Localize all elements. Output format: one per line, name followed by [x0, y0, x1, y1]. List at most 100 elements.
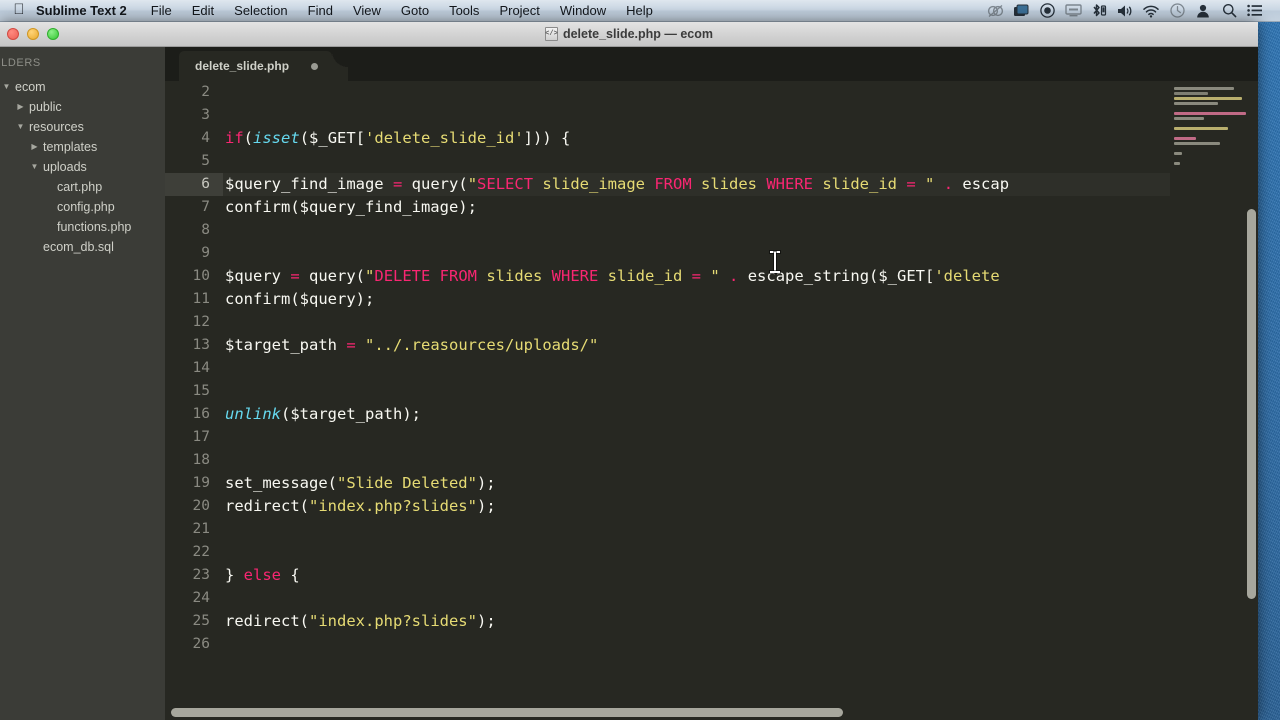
menu-item-selection[interactable]: Selection — [224, 0, 297, 22]
menu-item-project[interactable]: Project — [489, 0, 549, 22]
line-content[interactable]: if(isset($_GET['delete_slide_id'])) { — [223, 127, 1258, 150]
minimap-line — [1174, 112, 1246, 115]
code-line[interactable]: 9 — [165, 242, 1258, 265]
sidebar-item-config-php[interactable]: config.php — [0, 197, 165, 217]
menu-item-tools[interactable]: Tools — [439, 0, 489, 22]
chevron-right-icon[interactable] — [14, 103, 27, 111]
code-lines[interactable]: 2 3 4 if(isset($_GET['delete_slide_id'])) {… — [165, 81, 1258, 704]
code-line[interactable]: 16 unlink($target_path); — [165, 403, 1258, 426]
volume-icon[interactable] — [1112, 0, 1138, 22]
code-line[interactable]: 19 set_message("Slide Deleted"); — [165, 472, 1258, 495]
code-line[interactable]: 3 — [165, 104, 1258, 127]
line-content[interactable] — [223, 587, 1258, 610]
menu-item-goto[interactable]: Goto — [391, 0, 439, 22]
code-line[interactable]: 21 — [165, 518, 1258, 541]
minimap[interactable] — [1170, 81, 1258, 704]
sidebar-item-templates[interactable]: templates — [0, 137, 165, 157]
line-content[interactable]: confirm($query_find_image); — [223, 196, 1258, 219]
code-token: 'delete — [934, 267, 1000, 285]
dropbox-icon[interactable] — [1008, 0, 1034, 22]
line-content[interactable] — [223, 426, 1258, 449]
code-line[interactable]: 12 — [165, 311, 1258, 334]
code-line[interactable]: 24 — [165, 587, 1258, 610]
window-titlebar[interactable]: </> delete_slide.php — ecom — [0, 22, 1258, 47]
display-icon[interactable] — [1060, 0, 1086, 22]
line-content[interactable] — [223, 541, 1258, 564]
notification-center-icon[interactable] — [1242, 0, 1268, 22]
code-line[interactable]: 15 — [165, 380, 1258, 403]
code-line[interactable]: 14 — [165, 357, 1258, 380]
horizontal-scrollbar[interactable] — [165, 704, 1258, 720]
sidebar-item-resources[interactable]: resources — [0, 117, 165, 137]
tab-delete-slide-php[interactable]: delete_slide.php — [179, 51, 349, 81]
sidebar-item-functions-php[interactable]: functions.php — [0, 217, 165, 237]
code-line[interactable]: 5 — [165, 150, 1258, 173]
line-content[interactable] — [223, 380, 1258, 403]
sidebar-item-cart-php[interactable]: cart.php — [0, 177, 165, 197]
sidebar-item-public[interactable]: public — [0, 97, 165, 117]
record-icon[interactable] — [1034, 0, 1060, 22]
sidebar-item-ecom[interactable]: ecom — [0, 77, 165, 97]
menu-item-help[interactable]: Help — [616, 0, 663, 22]
user-account-icon[interactable] — [1190, 0, 1216, 22]
horizontal-scrollbar-thumb[interactable] — [171, 708, 843, 717]
line-content[interactable] — [223, 104, 1258, 127]
line-content[interactable]: redirect("index.php?slides"); — [223, 495, 1258, 518]
menu-item-file[interactable]: File — [141, 0, 182, 22]
wifi-icon[interactable] — [1138, 0, 1164, 22]
sidebar-file-tree[interactable]: OLDERS ecom public resources templates uploa… — [0, 47, 165, 720]
line-content[interactable]: $query = query("DELETE FROM slides WHERE… — [223, 265, 1258, 288]
menu-item-window[interactable]: Window — [550, 0, 616, 22]
creative-cloud-icon[interactable] — [982, 0, 1008, 22]
code-line[interactable]: 22 — [165, 541, 1258, 564]
line-content[interactable] — [223, 357, 1258, 380]
bluetooth-icon[interactable] — [1086, 0, 1112, 22]
code-line[interactable]: 26 — [165, 633, 1258, 656]
chevron-right-icon[interactable] — [28, 143, 41, 151]
menu-item-app-name[interactable]: Sublime Text 2 — [32, 0, 141, 22]
line-content[interactable] — [223, 633, 1258, 656]
code-line[interactable]: 8 — [165, 219, 1258, 242]
code-line[interactable]: 25 redirect("index.php?slides"); — [165, 610, 1258, 633]
code-line[interactable]: 10 $query = query("DELETE FROM slides WHE… — [165, 265, 1258, 288]
line-content[interactable]: } else { — [223, 564, 1258, 587]
menu-item-view[interactable]: View — [343, 0, 391, 22]
line-content[interactable]: set_message("Slide Deleted"); — [223, 472, 1258, 495]
line-content[interactable] — [223, 242, 1258, 265]
code-line[interactable]: 13 $target_path = "../.reasources/uploads… — [165, 334, 1258, 357]
code-line[interactable]: 7 confirm($query_find_image); — [165, 196, 1258, 219]
line-content[interactable]: $target_path = "../.reasources/uploads/" — [223, 334, 1258, 357]
code-line[interactable]: 6 $query_find_image = query("SELECT slide… — [165, 173, 1258, 196]
chevron-down-icon[interactable] — [28, 163, 41, 171]
code-viewport[interactable]: 2 3 4 if(isset($_GET['delete_slide_id'])) {… — [165, 81, 1258, 720]
line-content[interactable] — [223, 150, 1258, 173]
sidebar-tree-host: ecom public resources templates uploads cart.… — [0, 77, 165, 257]
line-content[interactable]: redirect("index.php?slides"); — [223, 610, 1258, 633]
code-line[interactable]: 17 — [165, 426, 1258, 449]
line-content[interactable] — [223, 449, 1258, 472]
sidebar-item-ecom-db-sql[interactable]: ecom_db.sql — [0, 237, 165, 257]
line-content[interactable] — [223, 81, 1258, 104]
code-line[interactable]: 11 confirm($query); — [165, 288, 1258, 311]
line-content[interactable] — [223, 311, 1258, 334]
code-line[interactable]: 2 — [165, 81, 1258, 104]
chevron-down-icon[interactable] — [14, 123, 27, 131]
spotlight-search-icon[interactable] — [1216, 0, 1242, 22]
time-machine-icon[interactable] — [1164, 0, 1190, 22]
code-line[interactable]: 20 redirect("index.php?slides"); — [165, 495, 1258, 518]
code-line[interactable]: 23} else { — [165, 564, 1258, 587]
line-content[interactable]: unlink($target_path); — [223, 403, 1258, 426]
chevron-down-icon[interactable] — [0, 83, 13, 91]
code-line[interactable]: 18 — [165, 449, 1258, 472]
line-content[interactable] — [223, 219, 1258, 242]
apple-logo-icon[interactable]:  — [6, 2, 32, 17]
code-line[interactable]: 4 if(isset($_GET['delete_slide_id'])) { — [165, 127, 1258, 150]
tab-unsaved-indicator-icon[interactable] — [311, 62, 319, 70]
minimap-scroll-thumb[interactable] — [1247, 209, 1256, 599]
line-content[interactable] — [223, 518, 1258, 541]
sidebar-item-uploads[interactable]: uploads — [0, 157, 165, 177]
menu-item-edit[interactable]: Edit — [182, 0, 224, 22]
line-content[interactable]: confirm($query); — [223, 288, 1258, 311]
line-content[interactable]: $query_find_image = query("SELECT slide_… — [223, 173, 1258, 196]
menu-item-find[interactable]: Find — [298, 0, 343, 22]
